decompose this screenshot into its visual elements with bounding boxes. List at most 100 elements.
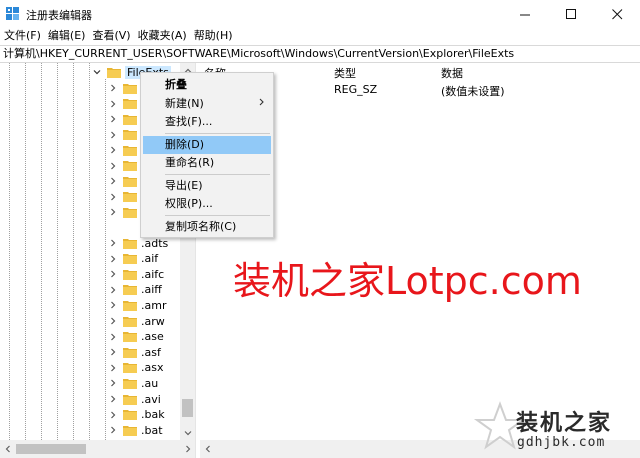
- tree-item[interactable]: [108, 142, 141, 158]
- folder-icon: [107, 67, 121, 78]
- tree-item-label: .arw: [141, 314, 165, 328]
- tree-item[interactable]: [108, 204, 141, 220]
- tree-guide: [73, 63, 74, 440]
- value-data[interactable]: (数值未设置): [441, 83, 505, 99]
- regedit-icon: [6, 7, 20, 21]
- tree-guide: [57, 63, 58, 440]
- tree-item[interactable]: [108, 158, 141, 174]
- tree-item-label: .asx: [141, 361, 164, 375]
- menu-item-copy-key-name[interactable]: 复制项名称(C): [143, 218, 271, 236]
- tree-item[interactable]: .au: [108, 375, 158, 391]
- tree-item[interactable]: .arw: [108, 313, 165, 329]
- tree-item[interactable]: .aiff: [108, 282, 162, 298]
- submenu-arrow-icon: [259, 95, 265, 113]
- scroll-left-icon[interactable]: [200, 442, 215, 456]
- tree-item[interactable]: .amr: [108, 297, 166, 313]
- chevron-right-icon[interactable]: [108, 145, 118, 155]
- chevron-right-icon[interactable]: [108, 192, 118, 202]
- watermark-logo-text: 装机之家: [516, 411, 613, 436]
- minimize-icon: [519, 14, 530, 15]
- scroll-thumb[interactable]: [182, 399, 193, 417]
- chevron-right-icon[interactable]: [108, 130, 118, 140]
- chevron-right-icon[interactable]: [108, 363, 118, 373]
- menu-view[interactable]: 查看(V): [88, 28, 133, 44]
- menu-item-label: 新建(N): [165, 97, 204, 110]
- scroll-thumb[interactable]: [16, 444, 86, 454]
- tree-item[interactable]: [108, 127, 141, 143]
- chevron-right-icon[interactable]: [108, 332, 118, 342]
- tree-item[interactable]: .asx: [108, 360, 163, 376]
- folder-icon: [123, 394, 137, 405]
- tree-item[interactable]: .ase: [108, 329, 164, 345]
- menu-item-new[interactable]: 新建(N): [143, 95, 271, 113]
- tree-item[interactable]: [108, 80, 141, 96]
- tree-item-label: .aif: [141, 252, 159, 266]
- tree-item[interactable]: [108, 96, 141, 112]
- menu-item-permissions[interactable]: 权限(P)...: [143, 195, 271, 213]
- column-header-data[interactable]: 数据: [441, 65, 463, 81]
- menu-edit[interactable]: 编辑(E): [44, 28, 89, 44]
- folder-icon: [123, 331, 137, 343]
- chevron-right-icon[interactable]: [108, 285, 118, 295]
- menu-item-delete[interactable]: 删除(D): [143, 136, 271, 154]
- folder-icon: [123, 362, 137, 374]
- scroll-left-icon[interactable]: [0, 442, 15, 456]
- tree-item-label: .au: [141, 376, 159, 390]
- chevron-right-icon[interactable]: [108, 425, 118, 435]
- menu-file[interactable]: 文件(F): [0, 28, 44, 44]
- tree-item-label: .asf: [141, 345, 161, 359]
- folder-icon: [123, 409, 137, 421]
- folder-icon: [123, 300, 137, 311]
- menu-item-find[interactable]: 查找(F)...: [143, 113, 271, 131]
- chevron-right-icon[interactable]: [108, 114, 118, 124]
- chevron-right-icon[interactable]: [108, 207, 118, 217]
- menu-item-rename[interactable]: 重命名(R): [143, 154, 271, 172]
- chevron-right-icon[interactable]: [108, 410, 118, 420]
- tree-item[interactable]: .bak: [108, 407, 165, 423]
- chevron-right-icon[interactable]: [108, 378, 118, 388]
- column-header-type[interactable]: 类型: [334, 65, 356, 81]
- menu-bar: 文件(F) 编辑(E) 查看(V) 收藏夹(A) 帮助(H): [0, 28, 640, 44]
- tree-item[interactable]: .aif: [108, 251, 158, 267]
- menu-item-collapse[interactable]: 折叠: [143, 76, 271, 94]
- tree-item[interactable]: .avi: [108, 391, 161, 407]
- menu-separator: [165, 133, 270, 134]
- chevron-right-icon[interactable]: [108, 394, 118, 404]
- chevron-right-icon[interactable]: [108, 99, 118, 109]
- chevron-right-icon[interactable]: [108, 316, 118, 326]
- tree-guide: [9, 63, 10, 440]
- menu-favorites[interactable]: 收藏夹(A): [134, 28, 190, 44]
- scroll-right-icon[interactable]: [180, 442, 195, 456]
- chevron-right-icon[interactable]: [108, 176, 118, 186]
- menu-help[interactable]: 帮助(H): [190, 28, 236, 44]
- chevron-right-icon[interactable]: [108, 300, 118, 310]
- chevron-right-icon[interactable]: [108, 83, 118, 93]
- chevron-right-icon[interactable]: [108, 269, 118, 279]
- folder-icon: [123, 207, 137, 218]
- close-button[interactable]: [594, 0, 640, 28]
- tree-item[interactable]: .aifc: [108, 266, 164, 282]
- folder-icon: [123, 145, 137, 156]
- address-bar[interactable]: 计算机\HKEY_CURRENT_USER\SOFTWARE\Microsoft…: [0, 45, 640, 63]
- chevron-right-icon[interactable]: [108, 347, 118, 357]
- tree-horizontal-scrollbar[interactable]: [0, 440, 195, 458]
- chevron-right-icon[interactable]: [108, 238, 118, 248]
- chevron-right-icon[interactable]: [108, 254, 118, 264]
- tree-item[interactable]: .asf: [108, 344, 161, 360]
- chevron-down-icon[interactable]: [92, 67, 102, 77]
- scroll-down-icon[interactable]: [180, 425, 195, 440]
- context-menu: 折叠 新建(N) 查找(F)... 删除(D) 重命名(R) 导出(E) 权限(…: [140, 72, 274, 238]
- tree-item[interactable]: [108, 173, 141, 189]
- folder-icon: [123, 160, 137, 171]
- maximize-button[interactable]: [548, 0, 594, 28]
- value-type[interactable]: REG_SZ: [334, 83, 377, 96]
- close-icon: [611, 8, 622, 19]
- chevron-right-icon[interactable]: [108, 161, 118, 171]
- menu-item-export[interactable]: 导出(E): [143, 177, 271, 195]
- minimize-button[interactable]: [502, 0, 548, 28]
- maximize-icon: [565, 8, 576, 19]
- tree-item[interactable]: [108, 189, 141, 205]
- tree-item[interactable]: .bat: [108, 422, 163, 438]
- menu-separator: [165, 174, 270, 175]
- tree-item[interactable]: [108, 111, 141, 127]
